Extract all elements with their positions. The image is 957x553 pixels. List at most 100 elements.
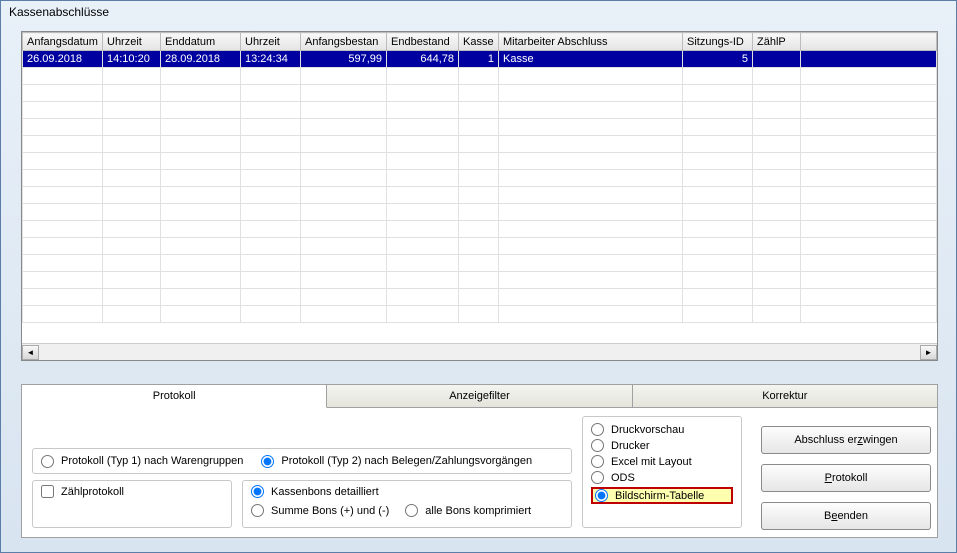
radio-drucker[interactable]: Drucker [591,439,733,452]
tab-anzeigefilter[interactable]: Anzeigefilter [327,385,632,408]
table-row[interactable] [23,102,937,119]
cell-empty [753,85,801,102]
table-row[interactable] [23,221,937,238]
cell-empty [23,306,103,323]
check-zaehlprotokoll-label: Zählprotokoll [61,486,124,498]
radio-druckvorschau[interactable]: Druckvorschau [591,423,733,436]
cell-empty [459,102,499,119]
radio-excel[interactable]: Excel mit Layout [591,455,733,468]
radio-bild-label: Bildschirm-Tabelle [615,490,704,502]
check-zaehlprotokoll[interactable]: Zählprotokoll [41,485,124,498]
scroll-right-icon[interactable]: ► [920,345,937,360]
radio-ods-input[interactable] [591,471,604,484]
closings-table[interactable]: Anfangsdatum Uhrzeit Enddatum Uhrzeit An… [22,32,937,323]
cell-empty [103,255,161,272]
cell-empty [103,119,161,136]
cell-empty [23,102,103,119]
cell-empty [801,119,937,136]
table-row[interactable] [23,170,937,187]
cell-sitzung: 5 [683,51,753,68]
table-row[interactable] [23,68,937,85]
cell-enddatum: 28.09.2018 [161,51,241,68]
radio-summe-input[interactable] [251,504,264,517]
col-kasse[interactable]: Kasse [459,33,499,51]
cell-empty [161,221,241,238]
table-row[interactable] [23,187,937,204]
radio-bild-input[interactable] [595,489,608,502]
bottom-panel: Protokoll Anzeigefilter Korrektur Protok… [21,384,938,542]
cell-empty [241,255,301,272]
table-row[interactable] [23,153,937,170]
radio-summe-bons[interactable]: Summe Bons (+) und (-) [251,504,389,517]
cell-empty [459,238,499,255]
table-row[interactable] [23,289,937,306]
table-row[interactable] [23,204,937,221]
radio-alle-bons[interactable]: alle Bons komprimiert [405,504,531,517]
radio-bildschirm-tabelle[interactable]: Bildschirm-Tabelle [595,489,704,502]
col-enddatum[interactable]: Enddatum [161,33,241,51]
cell-empty [241,204,301,221]
col-uhrzeit2[interactable]: Uhrzeit [241,33,301,51]
col-zaehlp[interactable]: ZählP [753,33,801,51]
table-row[interactable] [23,238,937,255]
radio-ods[interactable]: ODS [591,471,733,484]
check-zaehlprotokoll-input[interactable] [41,485,54,498]
radio-kb-det-input[interactable] [251,485,264,498]
col-sitzung[interactable]: Sitzungs-ID [683,33,753,51]
tab-protokoll[interactable]: Protokoll [22,385,327,408]
cell-empty [499,187,683,204]
table-row[interactable] [23,85,937,102]
cell-empty [103,136,161,153]
cell-empty [459,272,499,289]
radio-drucker-input[interactable] [591,439,604,452]
cell-empty [499,136,683,153]
table-row[interactable] [23,255,937,272]
radio-typ2[interactable]: Protokoll (Typ 2) nach Belegen/Zahlungsv… [261,455,532,468]
cell-empty [301,204,387,221]
cell-empty [103,289,161,306]
cell-empty [753,119,801,136]
radio-typ2-label: Protokoll (Typ 2) nach Belegen/Zahlungsv… [281,455,532,467]
abschluss-erzwingen-button[interactable]: Abschluss erzwingen [761,426,931,454]
radio-typ2-input[interactable] [261,455,274,468]
radio-excel-input[interactable] [591,455,604,468]
cell-empty [387,272,459,289]
radio-typ1-input[interactable] [41,455,54,468]
cell-empty [459,187,499,204]
radio-druckvorschau-input[interactable] [591,423,604,436]
cell-empty [387,238,459,255]
table-row[interactable] [23,136,937,153]
cell-empty [753,153,801,170]
cell-empty [301,255,387,272]
radio-typ1[interactable]: Protokoll (Typ 1) nach Warengruppen [41,455,243,468]
cell-empty [683,221,753,238]
table-row[interactable] [23,119,937,136]
protokoll-button[interactable]: Protokoll [761,464,931,492]
radio-alle-input[interactable] [405,504,418,517]
table-row[interactable] [23,272,937,289]
cell-empty [683,68,753,85]
col-anfangsdatum[interactable]: Anfangsdatum [23,33,103,51]
radio-kassenbons-detailliert[interactable]: Kassenbons detailliert [251,485,563,498]
cell-empty [161,170,241,187]
col-anfangsbestand[interactable]: Anfangsbestan [301,33,387,51]
cell-empty [301,170,387,187]
cell-empty [387,119,459,136]
cell-empty [459,289,499,306]
table-row[interactable] [23,306,937,323]
beenden-button[interactable]: Beenden [761,502,931,530]
cell-empty [683,187,753,204]
tab-korrektur[interactable]: Korrektur [633,385,937,408]
cell-empty [103,238,161,255]
cell-empty [301,119,387,136]
cell-empty [23,187,103,204]
cell-empty [387,102,459,119]
cell-empty [753,255,801,272]
col-uhrzeit1[interactable]: Uhrzeit [103,33,161,51]
horizontal-scrollbar[interactable]: ◄ ► [22,343,937,360]
col-mitarbeiter[interactable]: Mitarbeiter Abschluss [499,33,683,51]
scroll-left-icon[interactable]: ◄ [22,345,39,360]
col-endbestand[interactable]: Endbestand [387,33,459,51]
cell-empty [241,272,301,289]
table-row[interactable]: 26.09.201814:10:2028.09.201813:24:34597,… [23,51,937,68]
